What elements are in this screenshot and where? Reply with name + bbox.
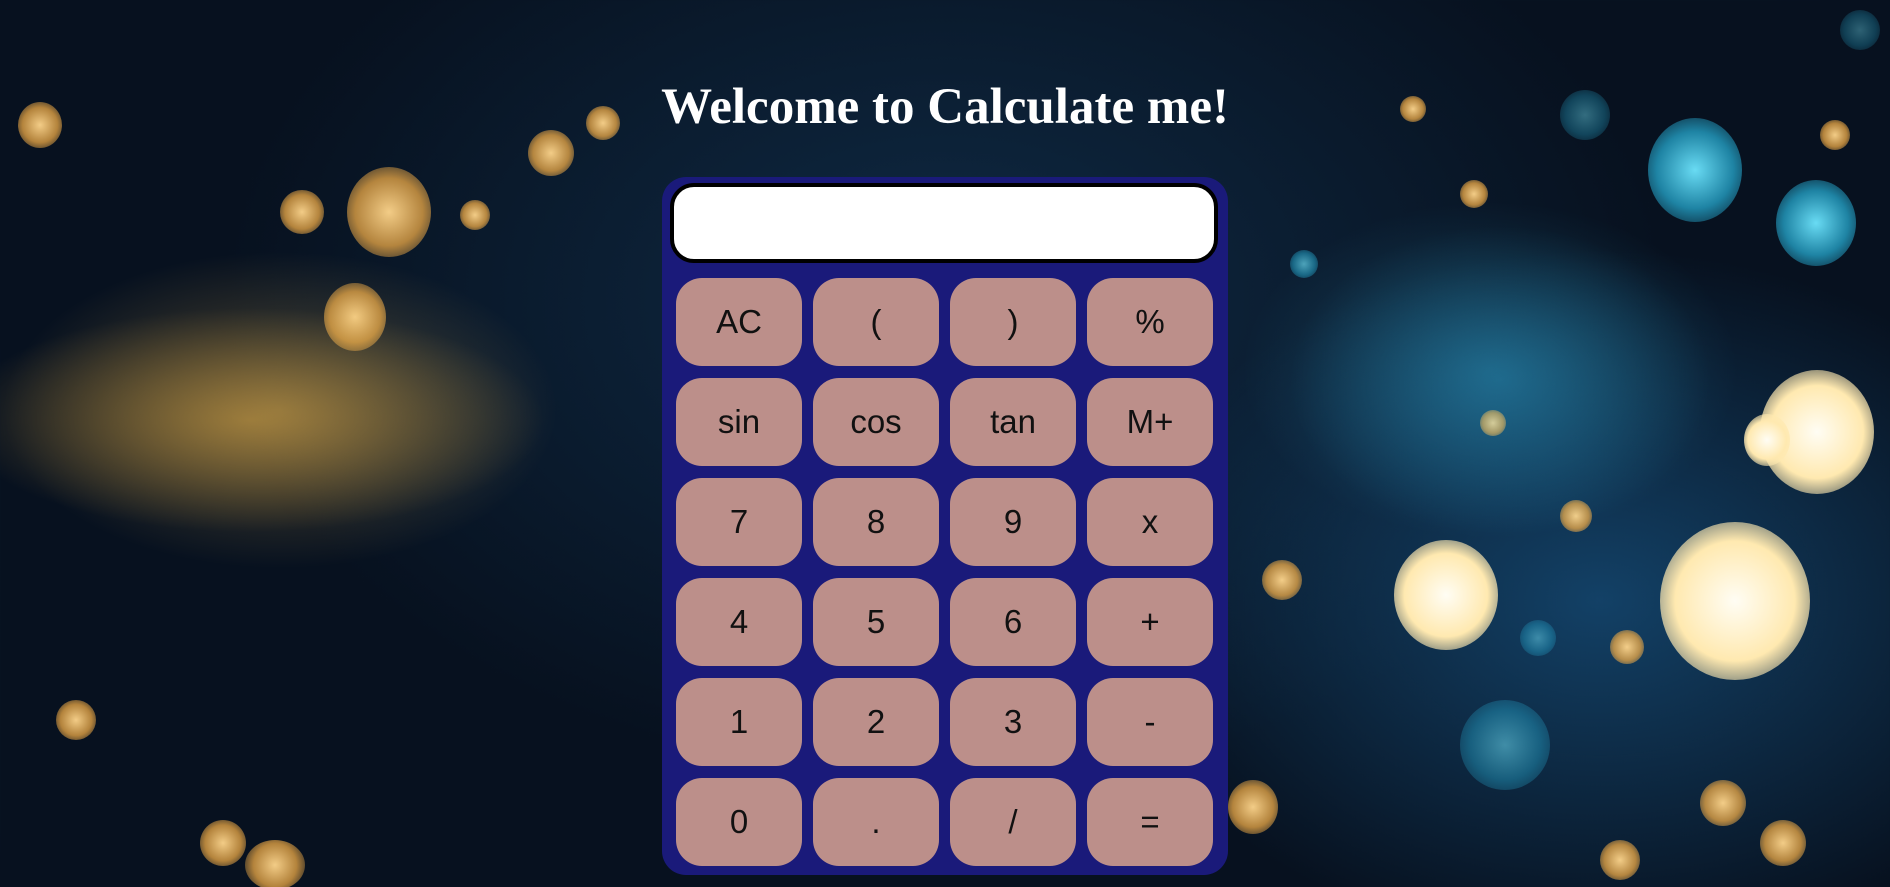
calculator: AC()% sin cos tan M+ 7 8 9 x 4 5 6 +1 2 3- 0. / = (662, 177, 1228, 875)
digit-1-button[interactable]: 1 (676, 678, 802, 766)
subtract-button[interactable]: - (1087, 678, 1213, 766)
digit-6-button[interactable]: 6 (950, 578, 1076, 666)
digit-8-button[interactable]: 8 (813, 478, 939, 566)
page-title: Welcome to Calculate me! (661, 79, 1229, 135)
digit-3-button[interactable]: 3 (950, 678, 1076, 766)
add-button[interactable]: + (1087, 578, 1213, 666)
sin-button[interactable]: sin (676, 378, 802, 466)
keypad: AC()% sin cos tan M+ 7 8 9 x 4 5 6 +1 2 3- 0. / = (676, 278, 1216, 866)
digit-4-button[interactable]: 4 (676, 578, 802, 666)
equals-button[interactable]: = (1087, 778, 1213, 866)
calculator-display[interactable] (670, 183, 1218, 263)
digit-7-button[interactable]: 7 (676, 478, 802, 566)
percent-button[interactable]: % (1087, 278, 1213, 366)
divide-button[interactable]: / (950, 778, 1076, 866)
memory-add-button[interactable]: M+ (1087, 378, 1213, 466)
close-paren-button[interactable]: ) (950, 278, 1076, 366)
decimal-point-button[interactable]: . (813, 778, 939, 866)
digit-2-button[interactable]: 2 (813, 678, 939, 766)
digit-9-button[interactable]: 9 (950, 478, 1076, 566)
cos-button[interactable]: cos (813, 378, 939, 466)
clear-button[interactable]: AC (676, 278, 802, 366)
tan-button[interactable]: tan (950, 378, 1076, 466)
digit-5-button[interactable]: 5 (813, 578, 939, 666)
multiply-button[interactable]: x (1087, 478, 1213, 566)
digit-0-button[interactable]: 0 (676, 778, 802, 866)
open-paren-button[interactable]: ( (813, 278, 939, 366)
